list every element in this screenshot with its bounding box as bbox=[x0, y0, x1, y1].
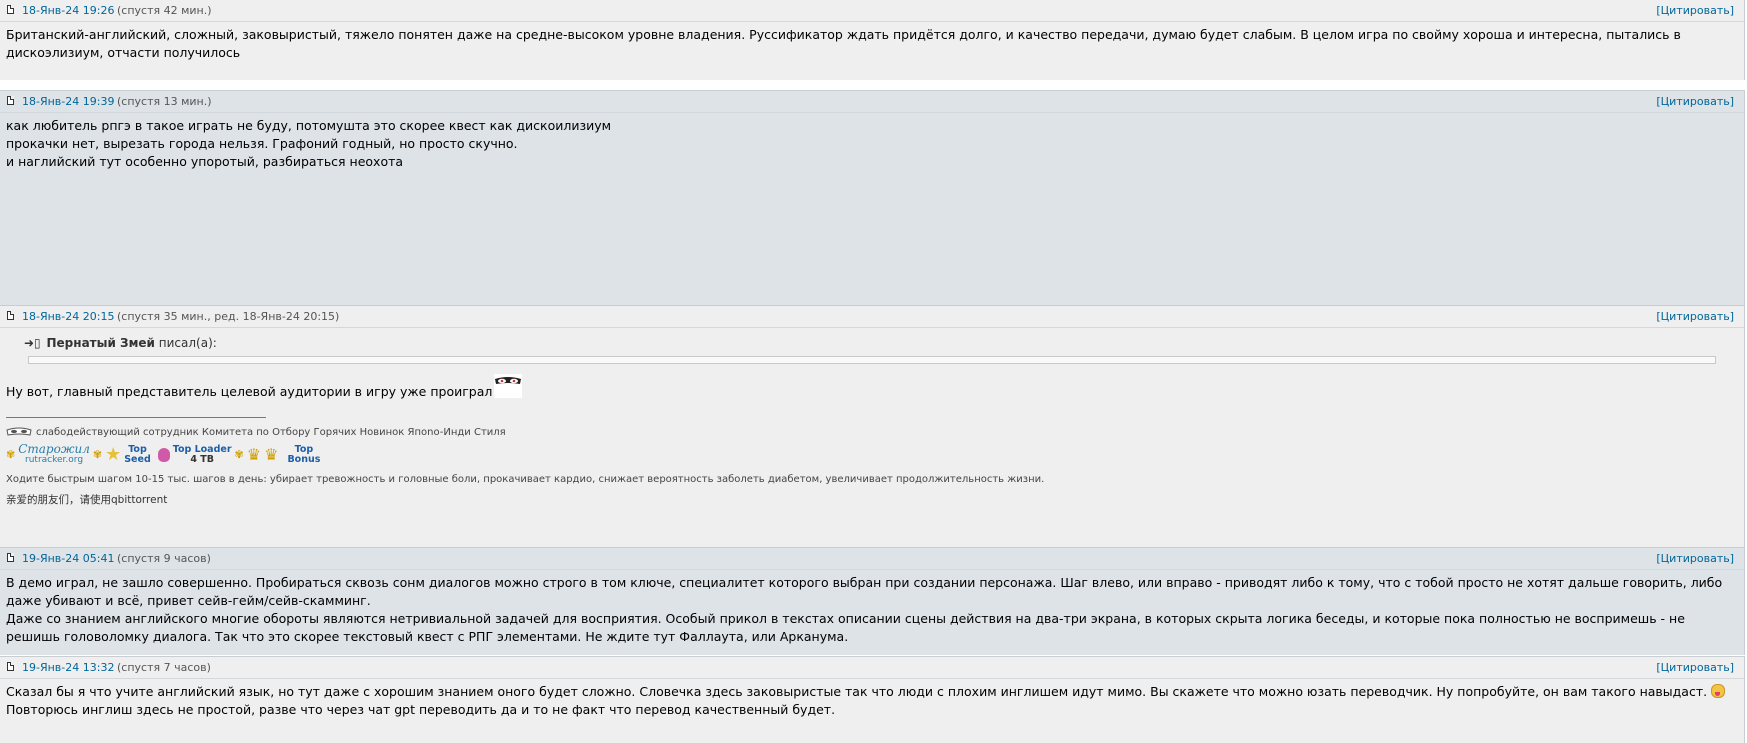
post: 18-Янв-24 20:15 (спустя 35 мин., ред. 18… bbox=[0, 305, 1745, 547]
post-time-since: (спустя 7 часов) bbox=[117, 661, 211, 674]
signature-title: слабодействующий сотрудник Комитета по О… bbox=[6, 426, 1738, 440]
quote-box bbox=[28, 356, 1716, 364]
post: 18-Янв-24 19:39 (спустя 13 мин.) [Цитиро… bbox=[0, 90, 1745, 305]
flower-icon: ✾ bbox=[6, 448, 16, 461]
post-body: Британский-английский, сложный, заковыри… bbox=[0, 22, 1744, 62]
badge-top-loader-line2: 4 TB bbox=[190, 454, 214, 465]
post-text-main: Ну вот, главный представитель целевой ау… bbox=[6, 384, 493, 399]
post-date-link[interactable]: 18-Янв-24 19:26 bbox=[22, 0, 114, 21]
signature-badges: ✾ Старожил rutracker.org ✾ ★ Top Seed Top … bbox=[6, 443, 1738, 467]
badge-oldtimer-text: Старожил bbox=[18, 442, 90, 456]
post-link-icon[interactable] bbox=[7, 96, 14, 105]
post-text-line: В демо играл, не зашло совершенно. Проби… bbox=[6, 575, 1723, 608]
post-header: 19-Янв-24 13:32 (спустя 7 часов) [Цитиро… bbox=[0, 657, 1744, 679]
post-text-part: Повторюсь инглиш здесь не простой, разве… bbox=[6, 702, 836, 717]
quote-wrote-label: писал(а): bbox=[158, 336, 217, 350]
badge-top-seed-line2: Seed bbox=[124, 454, 151, 465]
post-link-icon[interactable] bbox=[7, 553, 14, 562]
signature-chinese: 亲爱的朋友们，请使用qbittorrent bbox=[6, 494, 168, 506]
post: 19-Янв-24 13:32 (спустя 7 часов) [Цитиро… bbox=[0, 656, 1745, 743]
post-time-since: (спустя 9 часов) bbox=[117, 552, 211, 565]
kettlebell-icon bbox=[157, 448, 170, 462]
quote-author[interactable]: Пернатый Змей bbox=[47, 336, 155, 350]
post-text: Сказал бы я что учите английский язык, н… bbox=[6, 683, 1738, 719]
post-header: 18-Янв-24 19:26 (спустя 42 мин.) [Цитиро… bbox=[0, 0, 1744, 22]
star-icon: ★ bbox=[105, 444, 122, 465]
post-date-link[interactable]: 18-Янв-24 20:15 bbox=[22, 306, 114, 327]
badge-oldtimer-site: rutracker.org bbox=[25, 455, 84, 465]
badge-oldtimer: Старожил rutracker.org bbox=[18, 442, 90, 466]
post-header: 18-Янв-24 20:15 (спустя 35 мин., ред. 18… bbox=[0, 306, 1744, 328]
post: 19-Янв-24 05:41 (спустя 9 часов) [Цитиро… bbox=[0, 547, 1745, 655]
post-text: Ну вот, главный представитель целевой ау… bbox=[6, 374, 1738, 401]
mask-smiley-icon bbox=[494, 374, 523, 398]
post: 18-Янв-24 19:26 (спустя 42 мин.) [Цитиро… bbox=[0, 0, 1745, 80]
post-header: 18-Янв-24 19:39 (спустя 13 мин.) [Цитиро… bbox=[0, 91, 1744, 113]
post-body: как любитель рпгэ в такое играть не буду… bbox=[0, 113, 1744, 171]
post-date-link[interactable]: 19-Янв-24 13:32 bbox=[22, 657, 114, 678]
badge-top-loader: Top Loader 4 TB bbox=[173, 445, 232, 465]
post-text-line: Даже со знанием английского многие оборо… bbox=[6, 611, 1685, 644]
post-body: В демо играл, не зашло совершенно. Проби… bbox=[0, 570, 1744, 646]
quote-button[interactable]: [Цитировать] bbox=[1656, 657, 1734, 678]
goto-quoted-post-icon[interactable]: ➜▯ bbox=[24, 336, 41, 350]
post-text-line: прокачки нет, вырезать города нельзя. Гр… bbox=[6, 136, 518, 151]
post-text-line: и наглийский тут особенно упоротый, разб… bbox=[6, 154, 404, 169]
post-link-icon[interactable] bbox=[7, 311, 14, 320]
post-link-icon[interactable] bbox=[7, 5, 14, 14]
trophy-icon: ♛ bbox=[264, 445, 279, 464]
post-text-line: как любитель рпгэ в такое играть не буду… bbox=[6, 118, 612, 133]
post-time-since: (спустя 13 мин.) bbox=[117, 95, 212, 108]
badge-top-bonus: Top Bonus bbox=[287, 445, 320, 465]
trophy-icon: ♛ bbox=[246, 445, 262, 464]
flower-icon: ✾ bbox=[234, 448, 244, 461]
badge-top-seed: Top Seed bbox=[124, 445, 151, 465]
flower-icon: ✾ bbox=[92, 448, 103, 461]
quote-button[interactable]: [Цитировать] bbox=[1656, 306, 1734, 327]
post-header: 19-Янв-24 05:41 (спустя 9 часов) [Цитиро… bbox=[0, 548, 1744, 570]
post-date-link[interactable]: 19-Янв-24 05:41 bbox=[22, 548, 114, 569]
quote-button[interactable]: [Цитировать] bbox=[1656, 91, 1734, 112]
quote-button[interactable]: [Цитировать] bbox=[1656, 0, 1734, 21]
post-body: ➜▯ Пернатый Змей писал(а): Ну вот, главн… bbox=[0, 334, 1744, 509]
thread-posts: 18-Янв-24 19:26 (спустя 42 мин.) [Цитиро… bbox=[0, 0, 1747, 743]
signature-advice: Ходите быстрым шагом 10-15 тыс. шагов в … bbox=[6, 474, 1045, 485]
post-link-icon[interactable] bbox=[7, 662, 14, 671]
signature-title-text: слабодействующий сотрудник Комитета по О… bbox=[36, 427, 506, 438]
post-body: Сказал бы я что учите английский язык, н… bbox=[0, 679, 1744, 719]
quote-header: ➜▯ Пернатый Змей писал(а): bbox=[24, 334, 1738, 352]
post-text: Британский-английский, сложный, заковыри… bbox=[6, 27, 1681, 60]
signature-divider bbox=[6, 417, 266, 418]
badge-top-bonus-line2: Bonus bbox=[287, 454, 321, 465]
mask-outline-icon bbox=[6, 427, 32, 436]
post-date-link[interactable]: 18-Янв-24 19:39 bbox=[22, 91, 114, 112]
tongue-smiley-icon bbox=[1711, 684, 1726, 698]
post-text-part: Сказал бы я что учите английский язык, н… bbox=[6, 684, 1708, 699]
post-time-since: (спустя 35 мин., ред. 18-Янв-24 20:15) bbox=[117, 310, 340, 323]
post-time-since: (спустя 42 мин.) bbox=[117, 4, 212, 17]
quote-button[interactable]: [Цитировать] bbox=[1656, 548, 1734, 569]
